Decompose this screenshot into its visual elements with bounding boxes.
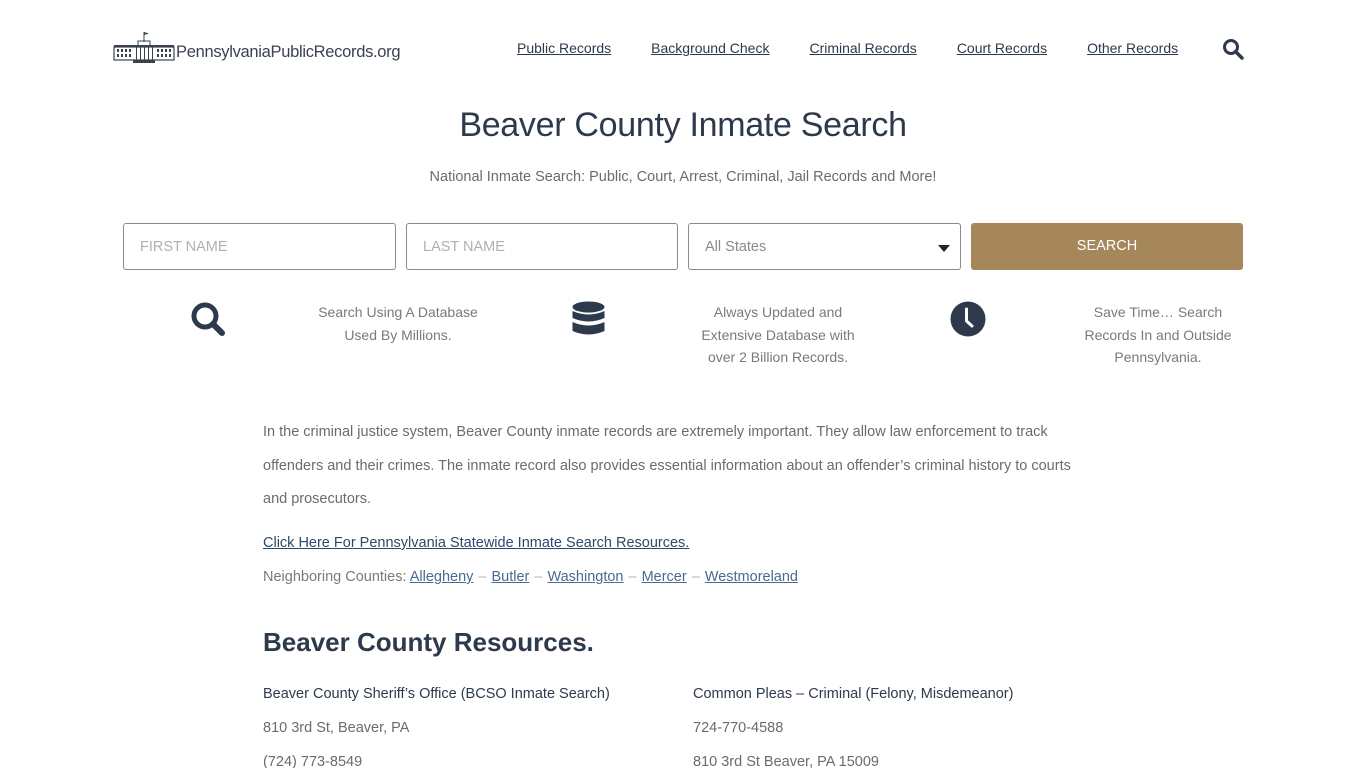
nav-criminal-records[interactable]: Criminal Records xyxy=(809,40,916,56)
resource-name: Beaver County Sheriff’s Office (BCSO Inm… xyxy=(263,686,610,702)
neighbors-label: Neighboring Counties: xyxy=(263,569,407,585)
last-name-input[interactable] xyxy=(406,223,678,270)
separator: – xyxy=(534,569,543,585)
feature-line: Extensive Database with xyxy=(701,326,855,343)
separator: – xyxy=(478,569,487,585)
page-title: Beaver County Inmate Search xyxy=(459,106,907,144)
search-icon[interactable] xyxy=(1222,38,1244,60)
first-name-input[interactable] xyxy=(123,223,396,270)
resource-sheriff-office: Beaver County Sheriff’s Office (BCSO Inm… xyxy=(263,684,610,768)
county-link-westmoreland[interactable]: Westmoreland xyxy=(705,569,798,585)
county-link-washington[interactable]: Washington xyxy=(547,569,623,585)
database-icon xyxy=(572,301,605,335)
nav-court-records[interactable]: Court Records xyxy=(957,40,1047,56)
county-link-allegheny[interactable]: Allegheny xyxy=(410,569,474,585)
feature-line: Records In and Outside xyxy=(1084,326,1232,343)
nav-background-check[interactable]: Background Check xyxy=(651,40,769,56)
feature-line: Used By Millions. xyxy=(344,326,452,343)
search-icon xyxy=(191,302,225,336)
feature-text-updated: Always Updated and Extensive Database wi… xyxy=(683,301,873,369)
resource-address: 810 3rd St, Beaver, PA xyxy=(263,720,410,736)
feature-text-database: Search Using A Database Used By Millions… xyxy=(303,301,493,346)
site-logo[interactable]: PennsylvaniaPublicRecords.org xyxy=(113,30,401,64)
nav-other-records[interactable]: Other Records xyxy=(1087,40,1178,56)
state-select[interactable]: All States xyxy=(688,223,961,270)
clock-icon xyxy=(950,301,986,337)
capitol-building-icon xyxy=(113,32,175,63)
site-header: PennsylvaniaPublicRecords.org Public Rec… xyxy=(0,0,1366,100)
statewide-resources-link[interactable]: Click Here For Pennsylvania Statewide In… xyxy=(263,535,689,551)
nav-public-records[interactable]: Public Records xyxy=(517,40,611,56)
search-button[interactable]: SEARCH xyxy=(971,223,1243,270)
resource-name: Common Pleas – Criminal (Felony, Misdeme… xyxy=(693,686,1014,702)
resource-phone: (724) 773-8549 xyxy=(263,754,363,768)
resource-phone: 724-770-4588 xyxy=(693,720,784,736)
feature-line: Always Updated and xyxy=(713,304,843,320)
resource-common-pleas: Common Pleas – Criminal (Felony, Misdeme… xyxy=(693,684,1013,768)
inmate-search-form: All States SEARCH xyxy=(123,223,1243,270)
feature-line: over 2 Billion Records. xyxy=(707,349,849,365)
separator: – xyxy=(691,569,700,585)
main-nav: Public Records Background Check Criminal… xyxy=(517,40,1218,56)
page-subtitle: National Inmate Search: Public, Court, A… xyxy=(429,169,937,185)
county-link-mercer[interactable]: Mercer xyxy=(642,569,687,585)
logo-text: PennsylvaniaPublicRecords.org xyxy=(176,43,401,61)
separator: – xyxy=(628,569,637,585)
neighboring-counties: Neighboring Counties: Allegheny – Butler – W… xyxy=(263,569,798,585)
resources-heading: Beaver County Resources. xyxy=(263,627,594,657)
feature-line: Pennsylvania. xyxy=(1114,349,1202,365)
chevron-down-icon xyxy=(938,245,950,252)
feature-text-save-time: Save Time… Search Records In and Outside… xyxy=(1063,301,1253,369)
intro-paragraph: In the criminal justice system, Beaver C… xyxy=(263,424,1071,507)
feature-line: Save Time… Search xyxy=(1093,304,1223,320)
feature-line: Search Using A Database xyxy=(318,304,478,320)
state-select-value: All States xyxy=(705,238,767,255)
county-link-butler[interactable]: Butler xyxy=(491,569,529,585)
resource-address: 810 3rd St Beaver, PA 15009 xyxy=(693,754,879,768)
